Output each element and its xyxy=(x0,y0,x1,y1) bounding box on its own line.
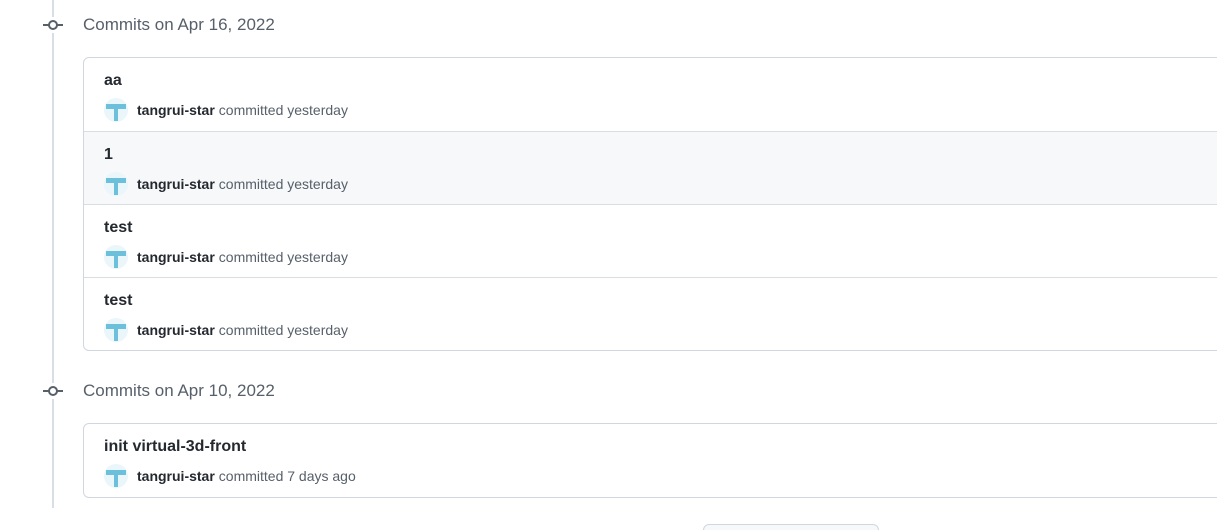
git-commit-icon xyxy=(43,17,63,33)
commit-row: test tangrui-star committed yesterday xyxy=(84,204,1217,277)
commit-time: committed yesterday xyxy=(218,249,348,265)
commit-message-link[interactable]: aa xyxy=(104,72,122,90)
commit-group-header: Commits on Apr 10, 2022 xyxy=(0,376,1217,406)
commit-row: aa tangrui-star committed yesterday xyxy=(84,58,1217,131)
commit-group-title: Commits on Apr 10, 2022 xyxy=(83,381,275,400)
commits-page: Commits on Apr 16, 2022 aa tangrui-star … xyxy=(0,0,1217,530)
commit-row: test tangrui-star committed yesterday xyxy=(84,277,1217,350)
commit-time: committed 7 days ago xyxy=(218,468,356,484)
avatar[interactable] xyxy=(104,464,128,488)
commit-message-link[interactable]: test xyxy=(104,219,132,237)
commit-message-link[interactable]: test xyxy=(104,292,132,310)
author-link[interactable]: tangrui-star xyxy=(137,102,215,118)
commit-time: committed yesterday xyxy=(218,176,348,192)
commit-group-title: Commits on Apr 16, 2022 xyxy=(83,15,275,34)
pagination-button[interactable] xyxy=(703,524,879,530)
author-link[interactable]: tangrui-star xyxy=(137,249,215,265)
avatar[interactable] xyxy=(104,98,128,122)
avatar[interactable] xyxy=(104,172,128,196)
commit-meta: tangrui-star committed yesterday xyxy=(104,245,348,269)
avatar[interactable] xyxy=(104,245,128,269)
commit-message-link[interactable]: init virtual-3d-front xyxy=(104,438,246,456)
commit-group-header: Commits on Apr 16, 2022 xyxy=(0,10,1217,40)
commit-row: 1 tangrui-star committed yesterday xyxy=(84,131,1217,204)
avatar[interactable] xyxy=(104,318,128,342)
git-commit-icon xyxy=(43,383,63,399)
author-link[interactable]: tangrui-star xyxy=(137,176,215,192)
commit-time: committed yesterday xyxy=(218,322,348,338)
commit-time: committed yesterday xyxy=(218,102,348,118)
commit-list: init virtual-3d-front tangrui-star commi… xyxy=(83,423,1217,498)
commit-meta: tangrui-star committed yesterday xyxy=(104,318,348,342)
commit-message-link[interactable]: 1 xyxy=(104,146,113,164)
timeline-line xyxy=(52,0,54,508)
commit-row: init virtual-3d-front tangrui-star commi… xyxy=(84,424,1217,497)
commit-meta: tangrui-star committed yesterday xyxy=(104,172,348,196)
commit-meta: tangrui-star committed yesterday xyxy=(104,98,348,122)
commit-meta: tangrui-star committed 7 days ago xyxy=(104,464,356,488)
author-link[interactable]: tangrui-star xyxy=(137,468,215,484)
commit-list: aa tangrui-star committed yesterday 1 ta… xyxy=(83,57,1217,351)
author-link[interactable]: tangrui-star xyxy=(137,322,215,338)
